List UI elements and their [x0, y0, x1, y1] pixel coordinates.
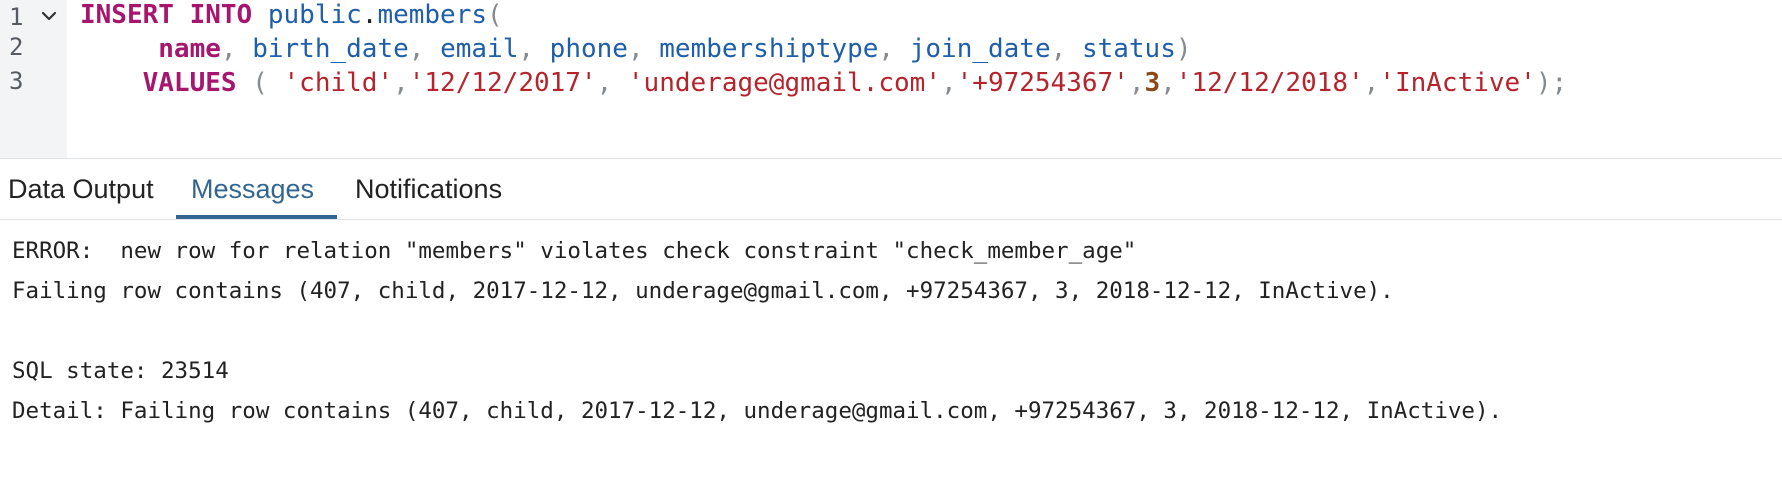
result-tabs: Data Output Messages Notifications — [0, 159, 1782, 220]
code-token: . — [361, 0, 378, 30]
code-token: , — [1363, 68, 1380, 98]
code-line: name, birth_date, email, phone, membersh… — [80, 30, 1192, 68]
code-token: '12/12/2017' — [408, 68, 597, 98]
sql-state-message: SQL state: 23514 — [12, 358, 229, 384]
detail-message: Detail: Failing row contains (407, child… — [12, 398, 1503, 424]
code-token: 'InActive' — [1379, 68, 1536, 98]
code-token: , — [878, 34, 910, 64]
line-number: 2 — [9, 33, 24, 61]
code-token: , — [518, 34, 550, 64]
messages-panel: ERROR: new row for relation "members" vi… — [0, 220, 1782, 491]
code-token: , — [408, 34, 441, 64]
code-token: join_date — [909, 34, 1051, 64]
failing-row-message: Failing row contains (407, child, 2017-1… — [12, 278, 1394, 304]
code-token: , — [1160, 68, 1176, 98]
code-token: 3 — [1144, 68, 1161, 98]
code-token: '12/12/2018' — [1175, 68, 1364, 98]
code-token: 'child' — [283, 68, 394, 98]
error-message: ERROR: new row for relation "members" vi… — [12, 238, 1137, 264]
code-token: , — [1128, 68, 1145, 98]
code-token: name — [158, 34, 221, 64]
active-tab-indicator — [176, 215, 337, 219]
tab-data-output[interactable]: Data Output — [8, 159, 154, 219]
code-token: membershiptype — [659, 34, 879, 64]
code-token: INTO — [189, 0, 253, 30]
code-token: email — [440, 34, 519, 64]
code-token: members — [377, 0, 488, 30]
code-token: ( — [487, 0, 503, 30]
chevron-down-icon[interactable] — [40, 7, 58, 25]
sql-editor[interactable]: 1 2 3 INSERT INTO public.members( name, … — [0, 0, 1782, 159]
code-token: ( — [236, 68, 284, 98]
code-line: INSERT INTO public.members( — [80, 0, 503, 34]
code-token: VALUES — [142, 68, 237, 98]
code-token: , — [940, 68, 957, 98]
line-number: 3 — [9, 67, 24, 95]
code-token: public — [267, 0, 362, 30]
tab-messages[interactable]: Messages — [191, 159, 314, 219]
code-token: 'underage@gmail.com' — [627, 68, 941, 98]
tab-notifications[interactable]: Notifications — [355, 159, 502, 219]
line-gutter: 1 2 3 — [0, 0, 67, 158]
code-line: VALUES ( 'child','12/12/2017', 'underage… — [80, 64, 1568, 102]
code-token: , — [1050, 34, 1082, 64]
query-tool-window: 1 2 3 INSERT INTO public.members( name, … — [0, 0, 1782, 491]
code-token: INSERT — [80, 0, 174, 30]
code-token: ) — [1175, 34, 1192, 64]
code-token: , — [393, 68, 409, 98]
code-token: , — [627, 34, 660, 64]
code-token: status — [1081, 34, 1176, 64]
code-token: , — [596, 68, 628, 98]
code-token: , — [220, 34, 253, 64]
code-token: birth_date — [252, 34, 409, 64]
code-token: ); — [1535, 68, 1568, 98]
code-token: phone — [549, 34, 628, 64]
code-token: '+97254367' — [956, 68, 1129, 98]
